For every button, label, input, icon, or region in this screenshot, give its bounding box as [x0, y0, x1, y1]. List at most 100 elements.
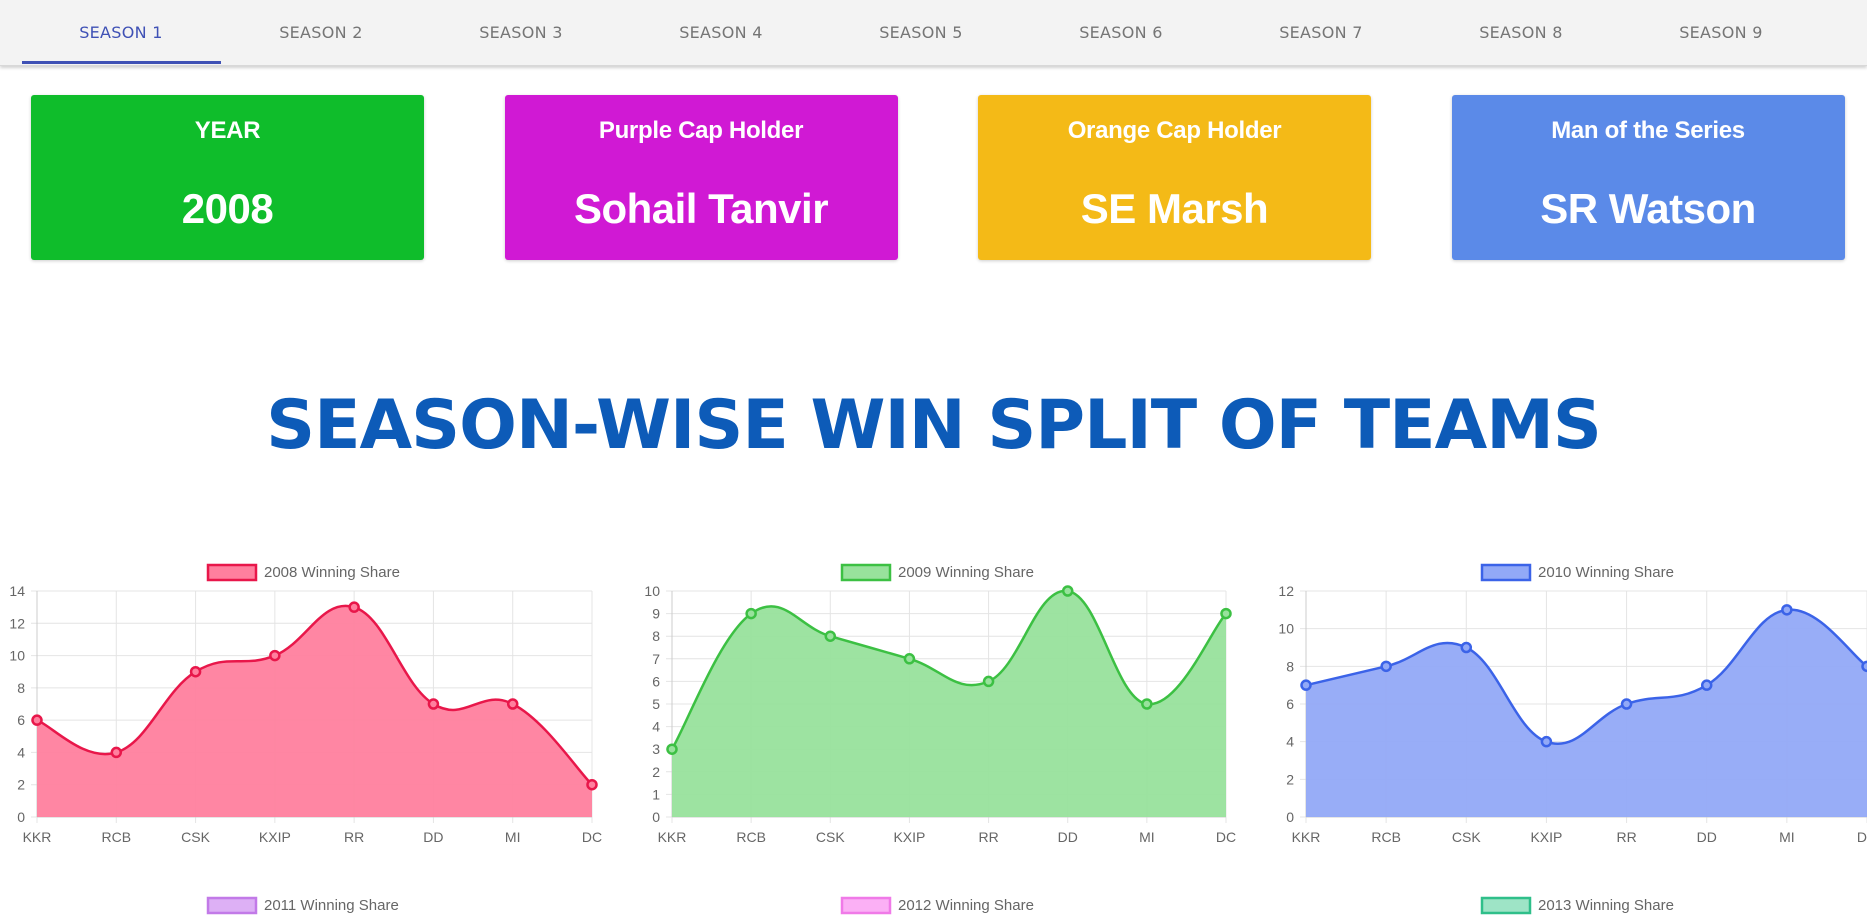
x-tick-label: MI	[1779, 829, 1795, 845]
orange-cap-card: Orange Cap Holder SE Marsh	[978, 95, 1371, 260]
legend-swatch	[840, 563, 892, 582]
data-point-csk[interactable]	[189, 665, 202, 678]
data-point-dc[interactable]	[586, 778, 598, 791]
y-tick-label: 10	[644, 583, 660, 599]
y-tick-label: 0	[17, 809, 25, 825]
data-point-csk[interactable]	[1460, 641, 1473, 654]
y-tick-label: 6	[17, 712, 25, 728]
tab-season-9[interactable]: SEASON 9	[1621, 0, 1821, 64]
data-point-dd[interactable]	[427, 698, 440, 710]
y-tick-label: 6	[652, 673, 660, 689]
chart-2012-legend[interactable]: 2012 Winning Share	[634, 890, 1268, 920]
legend-label: 2010 Winning Share	[1538, 564, 1674, 581]
x-tick-label: CSK	[181, 829, 210, 845]
man-of-series-card-label: Man of the Series	[1551, 117, 1745, 144]
data-point-dc[interactable]	[1220, 607, 1232, 620]
man-of-series-card-value: SR Watson	[1540, 185, 1756, 232]
legend-swatch	[1480, 563, 1532, 582]
y-tick-label: 2	[17, 777, 25, 793]
purple-cap-card-label: Purple Cap Holder	[598, 117, 804, 144]
data-point-rr[interactable]	[982, 675, 995, 688]
data-point-csk[interactable]	[824, 630, 837, 642]
chart-legend[interactable]: 2008 Winning Share	[206, 563, 400, 582]
x-tick-label: RCB	[736, 829, 766, 845]
tab-season-7[interactable]: SEASON 7	[1221, 0, 1421, 64]
orange-cap-card-value: SE Marsh	[1080, 185, 1269, 232]
data-point-kxip[interactable]	[903, 653, 916, 665]
year-card-label: YEAR	[194, 117, 261, 144]
season-tab-bar: SEASON 1 SEASON 2 SEASON 3 SEASON 4 SEASON 5…	[0, 0, 1867, 66]
y-tick-label: 2	[652, 764, 660, 780]
y-tick-label: 4	[652, 719, 660, 735]
y-tick-label: 5	[652, 696, 660, 712]
tab-season-4[interactable]: SEASON 4	[621, 0, 821, 64]
data-point-kkr[interactable]	[31, 714, 43, 726]
data-point-kkr[interactable]	[666, 743, 678, 755]
data-point-rcb[interactable]	[110, 746, 123, 759]
data-point-dd[interactable]	[1061, 585, 1074, 597]
tab-season-8[interactable]: SEASON 8	[1421, 0, 1621, 64]
y-tick-label: 2	[1286, 771, 1294, 787]
data-point-kxip[interactable]	[1540, 735, 1553, 748]
data-point-rcb[interactable]	[745, 607, 757, 620]
orange-cap-card-label: Orange Cap Holder	[1067, 117, 1282, 144]
x-tick-label: DD	[1697, 829, 1717, 845]
y-tick-label: 9	[652, 606, 660, 622]
legend-label: 2011 Winning Share	[264, 897, 399, 914]
chart-2009-area-chart: 2009 Winning Share 0 1 2 3 4 5 6 7 8 9 10 KKR RCB CSK K…	[644, 563, 1236, 845]
tab-season-6[interactable]: SEASON 6	[1021, 0, 1221, 64]
x-tick-label: KXIP	[893, 829, 925, 845]
y-tick-label: 0	[1286, 809, 1294, 825]
x-tick-label: KXIP	[1530, 829, 1562, 845]
year-card-value: 2008	[181, 185, 274, 232]
legend-swatch	[206, 563, 258, 582]
data-point-rr[interactable]	[348, 601, 360, 613]
chart-2010-area-chart: 2010 Winning Share 0 2 4 6 8 10 12 KKR RCB CSK KXIP…	[1278, 563, 1867, 845]
data-point-mi[interactable]	[1781, 604, 1793, 616]
data-point-rcb[interactable]	[1380, 660, 1392, 673]
chart-2011-legend[interactable]: 2011 Winning Share	[0, 890, 634, 920]
x-tick-label: DC	[1857, 829, 1867, 845]
legend-label: 2012 Winning Share	[898, 897, 1034, 914]
x-tick-label: RCB	[1371, 829, 1401, 845]
tab-season-3[interactable]: SEASON 3	[421, 0, 621, 64]
x-tick-label: KKR	[1292, 829, 1321, 845]
y-tick-label: 8	[652, 628, 660, 644]
chart-legend[interactable]: 2009 Winning Share	[840, 563, 1034, 582]
data-point-mi[interactable]	[1141, 698, 1153, 710]
legend-swatch	[1480, 896, 1532, 915]
x-tick-label: CSK	[1452, 829, 1481, 845]
x-tick-label: CSK	[816, 829, 845, 845]
y-tick-label: 6	[1286, 696, 1294, 712]
x-tick-label: DD	[1058, 829, 1078, 845]
x-tick-label: MI	[505, 829, 521, 845]
y-tick-label: 10	[9, 648, 25, 664]
tab-season-1[interactable]: SEASON 1	[21, 0, 221, 64]
data-point-dd[interactable]	[1700, 679, 1713, 691]
series-area-fill	[37, 605, 592, 817]
year-card: YEAR 2008	[31, 95, 424, 260]
tab-season-2[interactable]: SEASON 2	[221, 0, 421, 64]
tab-season-5[interactable]: SEASON 5	[821, 0, 1021, 64]
x-tick-label: RR	[978, 829, 998, 845]
legend-label: 2009 Winning Share	[898, 564, 1034, 581]
x-tick-label: RR	[344, 829, 364, 845]
x-tick-label: RCB	[102, 829, 132, 845]
purple-cap-card: Purple Cap Holder Sohail Tanvir	[504, 95, 898, 260]
data-point-kkr[interactable]	[1300, 679, 1312, 691]
y-tick-label: 8	[17, 680, 25, 696]
x-tick-label: KKR	[658, 829, 687, 845]
y-tick-label: 7	[652, 651, 660, 667]
chart-legend[interactable]: 2010 Winning Share	[1480, 563, 1674, 582]
y-tick-label: 3	[652, 741, 660, 757]
chart-2008-area-chart: 2008 Winning Share 0 2 4 6 8 10 12 14 KKR RCB CSK KX…	[9, 563, 602, 845]
data-point-kxip[interactable]	[269, 649, 281, 662]
legend-swatch	[206, 896, 258, 915]
data-point-mi[interactable]	[506, 698, 519, 710]
data-point-dc[interactable]	[1861, 660, 1867, 673]
y-tick-label: 4	[1286, 734, 1294, 750]
data-point-rr[interactable]	[1620, 698, 1633, 710]
chart-2013-legend[interactable]: 2013 Winning Share	[1269, 890, 1867, 920]
man-of-series-card: Man of the Series SR Watson	[1451, 95, 1845, 260]
x-tick-label: DC	[1216, 829, 1236, 845]
